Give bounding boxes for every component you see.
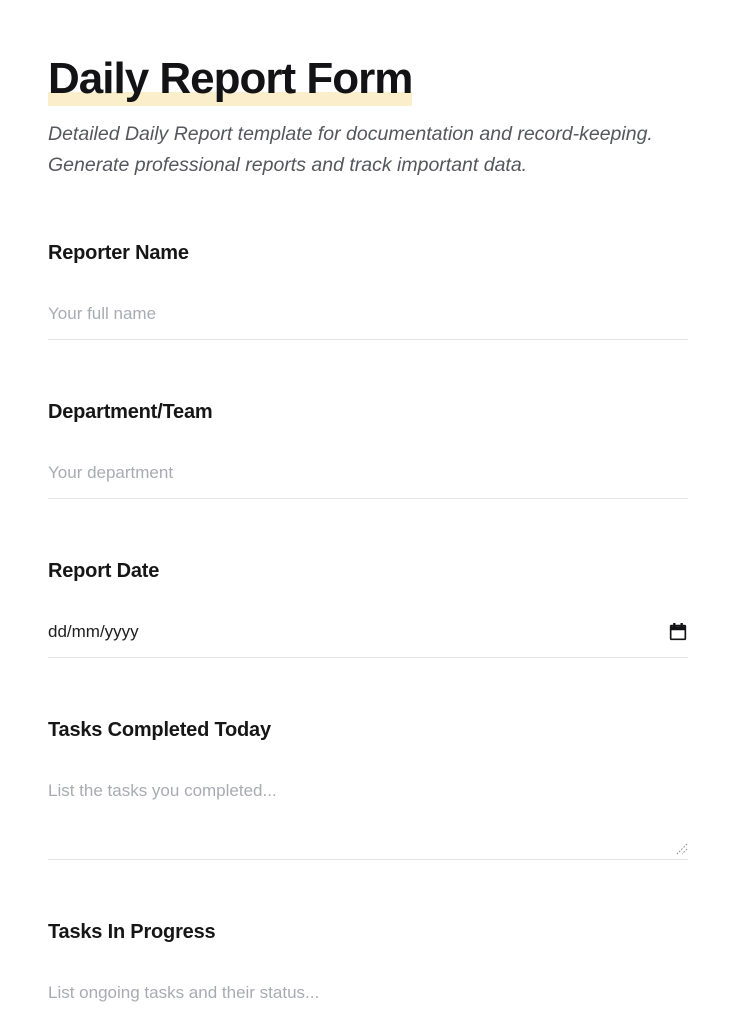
department-team-input-wrap xyxy=(48,442,688,499)
tasks-completed-input-wrap xyxy=(48,760,688,860)
textarea-resize-handle[interactable] xyxy=(676,843,688,855)
daily-report-form-page: Daily Report Form Detailed Daily Report … xyxy=(0,0,736,1024)
field-label-reporter-name: Reporter Name xyxy=(48,242,189,264)
reporter-name-input-wrap xyxy=(48,283,688,340)
reporter-name-input[interactable] xyxy=(48,283,688,340)
calendar-icon[interactable] xyxy=(668,622,688,642)
page-subtitle-line2: Generate professional reports and track … xyxy=(48,154,528,176)
page-title: Daily Report Form xyxy=(48,50,688,107)
tasks-in-progress-input-wrap xyxy=(48,962,688,1024)
page-subtitle: Detailed Daily Report template for docum… xyxy=(48,119,688,181)
field-department-team: Department/Team xyxy=(48,400,688,499)
field-tasks-completed: Tasks Completed Today xyxy=(48,718,688,860)
field-label-department-team: Department/Team xyxy=(48,401,213,423)
field-reporter-name: Reporter Name xyxy=(48,241,688,340)
page-subtitle-line1: Detailed Daily Report template for docum… xyxy=(48,123,653,145)
page-title-highlight: Daily Report Form xyxy=(48,54,413,106)
field-label-tasks-in-progress: Tasks In Progress xyxy=(48,921,216,943)
department-team-input[interactable] xyxy=(48,442,688,499)
report-date-input-wrap xyxy=(48,601,688,658)
tasks-in-progress-textarea[interactable] xyxy=(48,962,688,1024)
field-label-tasks-completed: Tasks Completed Today xyxy=(48,719,271,741)
field-tasks-in-progress: Tasks In Progress xyxy=(48,920,688,1024)
tasks-completed-textarea[interactable] xyxy=(48,760,688,860)
field-report-date: Report Date xyxy=(48,559,688,658)
report-date-input[interactable] xyxy=(48,601,688,658)
field-label-report-date: Report Date xyxy=(48,560,160,582)
